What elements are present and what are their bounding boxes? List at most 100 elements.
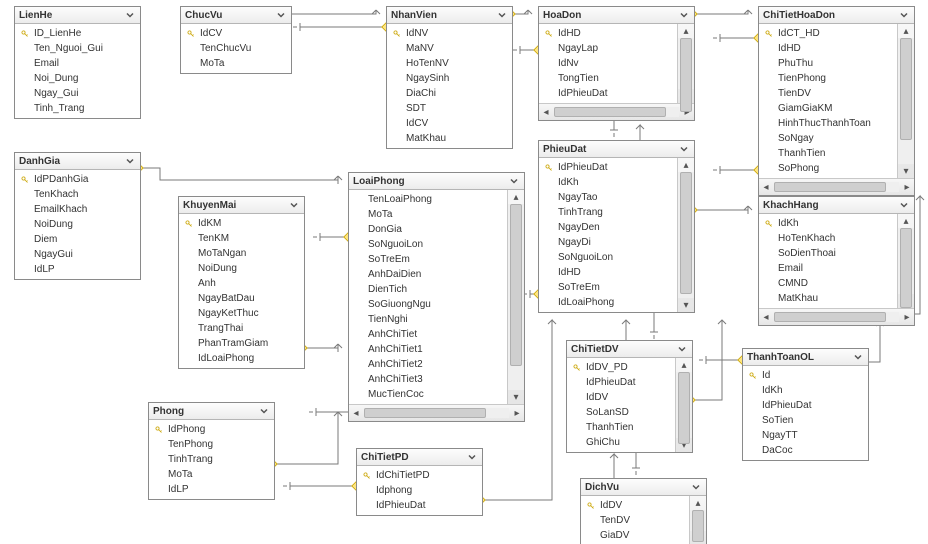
diagram-canvas[interactable]: LienHeID_LienHeTen_Nguoi_GuiEmailNoi_Dun… [0,0,928,544]
column-row[interactable]: TenLoaiPhong [349,192,507,207]
column-row[interactable]: SoTreEm [349,252,507,267]
scroll-up-icon[interactable]: ▴ [898,24,914,38]
horizontal-scrollbar[interactable]: ◂▸ [539,103,694,120]
column-row[interactable]: MatKhau [759,291,897,306]
table-header[interactable]: NhanVien [387,7,512,24]
scroll-right-icon[interactable]: ▸ [900,180,914,194]
column-row[interactable]: IdPhieuDat [539,86,677,101]
table-LienHe[interactable]: LienHeID_LienHeTen_Nguoi_GuiEmailNoi_Dun… [14,6,141,119]
column-row[interactable]: SoNgay [759,131,897,146]
column-row[interactable]: IdNV [387,26,512,41]
vertical-scrollbar[interactable]: ▴▾ [507,190,524,404]
column-row[interactable]: NgayDen [539,220,677,235]
table-header[interactable]: ChiTietPD [357,449,482,466]
table-NhanVien[interactable]: NhanVienIdNVMaNVHoTenNVNgaySinhDiaChiSDT… [386,6,513,149]
scroll-up-icon[interactable]: ▴ [676,358,692,372]
column-row[interactable]: IdHD [759,41,897,56]
column-row[interactable]: MucTienCoc [349,387,507,402]
table-header[interactable]: KhuyenMai [179,197,304,214]
scroll-down-icon[interactable]: ▾ [678,298,694,312]
table-LoaiPhong[interactable]: LoaiPhongTenLoaiPhongMoTaDonGiaSoNguoiLo… [348,172,525,422]
column-row[interactable]: IdPhieuDat [567,375,675,390]
column-row[interactable]: IdLP [15,262,140,277]
scroll-up-icon[interactable]: ▴ [690,496,706,510]
table-Phong[interactable]: PhongIdPhongTenPhongTinhTrangMoTaIdLP [148,402,275,500]
column-row[interactable]: Ten_Nguoi_Gui [15,41,140,56]
column-row[interactable]: IdLoaiPhong [179,351,304,366]
scroll-left-icon[interactable]: ◂ [539,105,553,119]
scroll-down-icon[interactable]: ▾ [508,390,524,404]
table-header[interactable]: ChiTietDV [567,341,692,358]
column-row[interactable]: SoNguoiLon [349,237,507,252]
column-row[interactable]: Id [743,368,868,383]
table-DichVu[interactable]: DichVuIdDVTenDVGiaDV▴▾ [580,478,707,544]
chevron-down-icon[interactable] [124,155,136,167]
column-row[interactable]: TinhTrang [539,205,677,220]
column-row[interactable]: IdLoaiPhong [539,295,677,310]
column-row[interactable]: MoTa [149,467,274,482]
column-row[interactable]: TenPhong [149,437,274,452]
column-row[interactable]: IdNv [539,56,677,71]
column-row[interactable]: GiaDV [581,528,689,543]
column-row[interactable]: TenChucVu [181,41,291,56]
column-row[interactable]: DienTich [349,282,507,297]
scroll-track[interactable] [364,408,509,418]
table-header[interactable]: LienHe [15,7,140,24]
column-row[interactable]: NgayDi [539,235,677,250]
table-header[interactable]: ChucVu [181,7,291,24]
column-row[interactable]: Diem [15,232,140,247]
scroll-thumb[interactable] [680,38,692,112]
column-row[interactable]: Idphong [357,483,482,498]
vertical-scrollbar[interactable]: ▴▾ [677,158,694,312]
column-row[interactable]: NgaySinh [387,71,512,86]
scroll-track[interactable] [508,204,524,390]
chevron-down-icon[interactable] [258,405,270,417]
scroll-left-icon[interactable]: ◂ [759,180,773,194]
column-row[interactable]: SoTreEm [539,280,677,295]
column-row[interactable]: Email [759,261,897,276]
scroll-track[interactable] [676,372,692,438]
table-DanhGia[interactable]: DanhGiaIdPDanhGiaTenKhachEmailKhachNoiDu… [14,152,141,280]
vertical-scrollbar[interactable]: ▴▾ [689,496,706,544]
column-row[interactable]: Ngay_Gui [15,86,140,101]
column-row[interactable]: CMND [759,276,897,291]
scroll-right-icon[interactable]: ▸ [900,310,914,324]
column-row[interactable]: TenKM [179,231,304,246]
chevron-down-icon[interactable] [124,9,136,21]
chevron-down-icon[interactable] [676,343,688,355]
table-ChiTietHoaDon[interactable]: ChiTietHoaDonIdCT_HDIdHDPhuThuTienPhongT… [758,6,915,196]
chevron-down-icon[interactable] [898,199,910,211]
column-row[interactable]: AnhDaiDien [349,267,507,282]
table-HoaDon[interactable]: HoaDonIdHDNgayLapIdNvTongTienIdPhieuDat▴… [538,6,695,121]
column-row[interactable]: IdKh [743,383,868,398]
column-row[interactable]: GhiChu [567,435,675,450]
column-row[interactable]: IdKM [179,216,304,231]
column-row[interactable]: Tinh_Trang [15,101,140,116]
scroll-left-icon[interactable]: ◂ [759,310,773,324]
column-row[interactable]: TenDV [581,513,689,528]
column-row[interactable]: EmailKhach [15,202,140,217]
column-row[interactable]: TinhTrang [149,452,274,467]
column-row[interactable]: DaCoc [743,443,868,458]
chevron-down-icon[interactable] [508,175,520,187]
column-row[interactable]: TienDV [759,86,897,101]
chevron-down-icon[interactable] [275,9,287,21]
table-header[interactable]: Phong [149,403,274,420]
chevron-down-icon[interactable] [852,351,864,363]
horizontal-scrollbar[interactable]: ◂▸ [759,308,914,325]
column-row[interactable]: SoGiuongNgu [349,297,507,312]
column-row[interactable]: SDT [387,101,512,116]
column-row[interactable]: IdKh [759,216,897,231]
column-row[interactable]: DonGia [349,222,507,237]
scroll-thumb[interactable] [554,107,666,117]
column-row[interactable]: IdChiTietPD [357,468,482,483]
column-row[interactable]: IdPDanhGia [15,172,140,187]
scroll-thumb[interactable] [774,312,886,322]
column-row[interactable]: NgayTT [743,428,868,443]
column-row[interactable]: MaNV [387,41,512,56]
scroll-track[interactable] [554,107,679,117]
column-row[interactable]: ThanhTien [759,146,897,161]
scroll-thumb[interactable] [900,38,912,140]
column-row[interactable]: IdCV [387,116,512,131]
scroll-left-icon[interactable]: ◂ [349,406,363,420]
